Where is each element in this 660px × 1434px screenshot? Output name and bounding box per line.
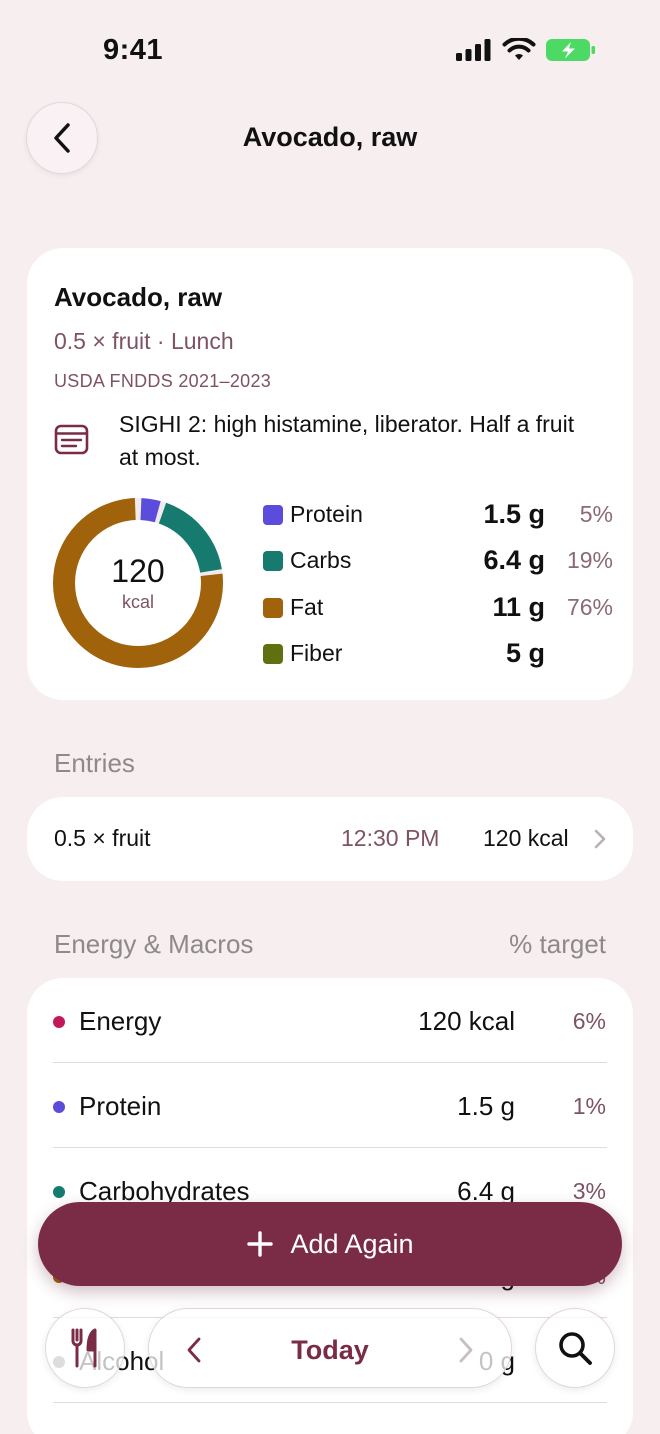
entry-time: 12:30 PM (341, 825, 440, 851)
bottom-bar: Today (0, 1306, 660, 1396)
row-divider (53, 1402, 607, 1403)
macro-percent: 76% (566, 594, 613, 620)
macro-grams: 6.4 g (483, 545, 545, 575)
carbs-swatch (263, 551, 283, 571)
plus-icon (247, 1231, 274, 1257)
chevron-right-icon (594, 829, 606, 849)
entry-kcal: 120 kcal (483, 825, 569, 851)
nav-header: Avocado, raw (0, 100, 660, 180)
note-icon (54, 424, 90, 461)
food-name: Avocado, raw (54, 282, 223, 312)
nutrient-percent: 6% (572, 1008, 606, 1034)
macro-percent: 5% (579, 501, 613, 527)
nutrient-percent: 1% (572, 1093, 606, 1119)
food-log-button[interactable] (45, 1308, 125, 1388)
next-day-button[interactable] (457, 1336, 475, 1364)
entry-row[interactable]: 0.5 × fruit 12:30 PM 120 kcal (27, 797, 633, 881)
protein-swatch (263, 505, 283, 525)
add-again-button[interactable]: Add Again (38, 1202, 622, 1286)
donut-center: 120 kcal (51, 496, 225, 670)
food-summary-card: Avocado, raw 0.5 × fruit · Lunch USDA FN… (27, 248, 633, 700)
energy-dot (53, 1016, 65, 1028)
date-navigator: Today (148, 1308, 512, 1388)
macro-name: Fiber (290, 640, 343, 666)
serving-info: 0.5 × fruit · Lunch (54, 328, 234, 354)
wifi-icon (502, 38, 536, 60)
status-icons (456, 38, 596, 62)
macro-row-fiber: Fiber 5 g (263, 638, 613, 668)
macro-grams: 11 g (492, 592, 545, 622)
data-source: USDA FNDDS 2021–2023 (54, 371, 272, 391)
status-time: 9:41 (103, 34, 164, 66)
nutrient-row-protein: Protein 1.5 g 1% (27, 1063, 633, 1148)
entry-quantity: 0.5 × fruit (54, 825, 151, 851)
add-again-label: Add Again (290, 1228, 414, 1259)
nutrient-percent: 3% (572, 1178, 606, 1204)
macro-percent: 19% (566, 547, 613, 573)
food-note: SIGHI 2: high histamine, liberator. Half… (119, 411, 575, 470)
nutrient-value: 120 kcal (418, 1006, 515, 1036)
page-title: Avocado, raw (242, 122, 418, 152)
entries-section-title: Entries (54, 748, 135, 778)
nutrient-row-energy: Energy 120 kcal 6% (27, 978, 633, 1063)
macro-row-fat: Fat 11 g 76% (263, 592, 613, 622)
percent-target-label: % target (509, 929, 606, 959)
search-icon (559, 1332, 592, 1365)
macro-row-protein: Protein 1.5 g 5% (263, 499, 613, 529)
status-bar: 9:41 (0, 0, 660, 100)
macro-row-carbs: Carbs 6.4 g 19% (263, 545, 613, 575)
macro-name: Fat (290, 594, 324, 620)
protein-dot (53, 1101, 65, 1113)
signal-icon (456, 39, 491, 61)
battery-icon (546, 39, 595, 61)
macro-name: Carbs (290, 547, 352, 573)
fat-swatch (263, 598, 283, 618)
macro-grams: 5 g (505, 638, 545, 668)
carbohydrates-dot (53, 1186, 65, 1198)
calories-value: 120 (111, 552, 165, 589)
nutrient-name: Protein (79, 1091, 162, 1121)
search-button[interactable] (535, 1308, 615, 1388)
fork-knife-icon (71, 1328, 97, 1368)
macro-grams: 1.5 g (483, 499, 545, 529)
calories-unit: kcal (121, 591, 154, 612)
energy-macros-section-title: Energy & Macros (54, 929, 254, 959)
nutrient-value: 1.5 g (457, 1091, 515, 1121)
fiber-swatch (263, 644, 283, 664)
macro-name: Protein (290, 501, 363, 527)
nutrient-name: Energy (79, 1006, 162, 1036)
